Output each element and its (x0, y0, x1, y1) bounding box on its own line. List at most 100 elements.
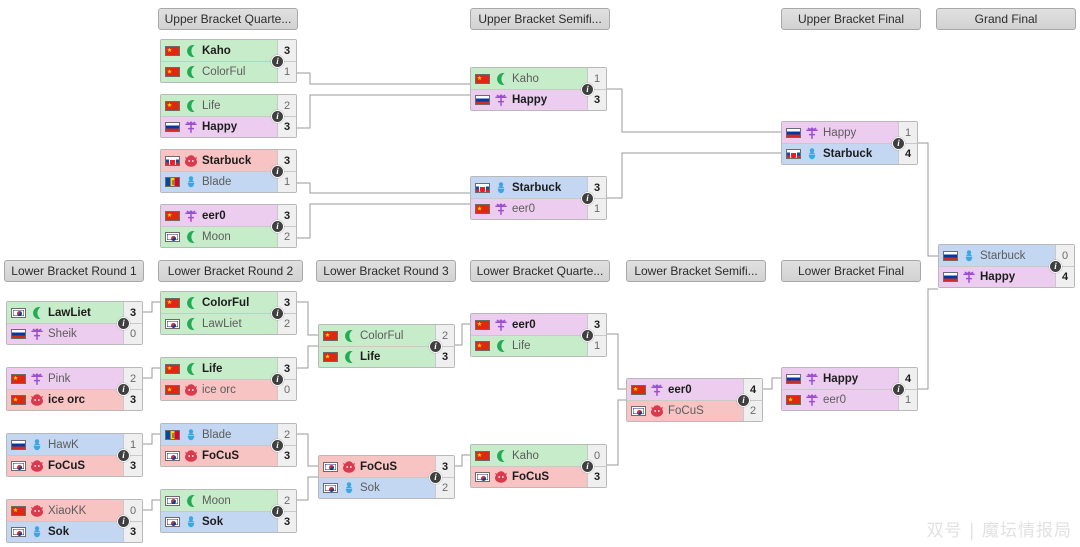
player-name: XiaoKK (48, 504, 87, 517)
round-header-ub-f[interactable]: Upper Bracket Final (781, 8, 921, 30)
player-cell: ColorFul (161, 292, 277, 313)
round-header-gf[interactable]: Grand Final (936, 8, 1076, 30)
match-info-icon[interactable]: i (271, 439, 284, 452)
race-human-icon (805, 147, 819, 161)
player-name: Sok (48, 526, 70, 538)
match-ubf[interactable]: Happy 1 Starbuck 4 i (781, 121, 918, 165)
player-name: Happy (823, 126, 857, 139)
match-ubsf1[interactable]: Kaho 1 Happy 3 i (470, 67, 607, 111)
round-header-ub-sf[interactable]: Upper Bracket Semifi... (470, 8, 610, 30)
match-ubqf1[interactable]: Kaho 3 ColorFul 1 i (160, 39, 297, 83)
match-info-icon[interactable]: i (271, 220, 284, 233)
round-header-lb-r2[interactable]: Lower Bracket Round 2 (158, 260, 303, 282)
match-lbr1m3[interactable]: HawK 1 FoCuS 3 i (6, 433, 143, 477)
flag-cn-icon (475, 73, 490, 84)
match-ubqf3[interactable]: Starbuck 3 Blade 1 i (160, 149, 297, 193)
match-info-icon[interactable]: i (429, 471, 442, 484)
flag-cn-icon (475, 319, 490, 330)
match-info-icon[interactable]: i (117, 449, 130, 462)
match-lbr1m1[interactable]: LawLiet 3 Sheik 0 i (6, 301, 143, 345)
match-info-icon[interactable]: i (117, 383, 130, 396)
match-info-icon[interactable]: i (271, 165, 284, 178)
player-name: ColorFul (360, 329, 404, 342)
match-info-icon[interactable]: i (271, 55, 284, 68)
flag-kr-icon (631, 406, 646, 416)
connector-line (143, 301, 160, 313)
match-info-icon[interactable]: i (737, 394, 750, 407)
player-name: Sheik (48, 328, 77, 340)
match-lbr2m4[interactable]: Moon 2 Sok 3 i (160, 489, 297, 533)
match-lbr3m2[interactable]: FoCuS 3 Sok 2 i (318, 455, 455, 499)
match-info-icon[interactable]: i (581, 329, 594, 342)
round-header-lb-sf[interactable]: Lower Bracket Semifi... (626, 260, 766, 282)
match-info-icon[interactable]: i (271, 307, 284, 320)
round-header-lb-qf[interactable]: Lower Bracket Quarte... (470, 260, 610, 282)
connector-line (297, 72, 470, 85)
flag-kr-icon (165, 451, 180, 461)
player-cell: Sheik (7, 324, 123, 344)
player-name: Life (202, 99, 221, 112)
flag-cn-icon (165, 297, 180, 308)
match-info-icon[interactable]: i (429, 340, 442, 353)
race-undead-icon (805, 126, 819, 140)
race-nightelf-icon (184, 65, 198, 79)
player-cell: Sok (319, 478, 435, 498)
flag-cn-icon (786, 395, 801, 405)
match-lbr3m1[interactable]: ColorFul 2 Life 3 i (318, 324, 455, 368)
round-header-lb-r1[interactable]: Lower Bracket Round 1 (4, 260, 144, 282)
match-info-icon[interactable]: i (581, 192, 594, 205)
player-cell: Sok (161, 512, 277, 532)
match-lbr1m2[interactable]: Pink 2 ice orc 3 i (6, 367, 143, 411)
match-info-icon[interactable]: i (271, 373, 284, 386)
match-lbqfm2[interactable]: Kaho 0 FoCuS 3 i (470, 444, 607, 488)
match-info-icon[interactable]: i (117, 515, 130, 528)
flag-ru-icon (943, 250, 958, 261)
match-lbr1m4[interactable]: XiaoKK 0 Sok 3 i (6, 499, 143, 543)
connector-line (607, 399, 626, 466)
player-cell: HawK (7, 434, 123, 455)
match-lbr2m3[interactable]: Blade 2 FoCuS 3 i (160, 423, 297, 467)
race-orc-icon (184, 154, 198, 168)
connector-line (297, 476, 318, 501)
match-info-icon[interactable]: i (892, 137, 905, 150)
player-name: eer0 (512, 203, 536, 215)
race-nightelf-icon (184, 494, 198, 508)
player-name: FoCuS (202, 450, 240, 462)
player-name: HawK (48, 438, 79, 451)
match-lbsf[interactable]: eer0 4 FoCuS 2 i (626, 378, 763, 422)
player-cell: Starbuck (939, 245, 1055, 266)
match-info-icon[interactable]: i (117, 317, 130, 330)
race-orc-icon (30, 393, 44, 407)
match-lbf[interactable]: Happy 4 eer0 1 i (781, 367, 918, 411)
match-info-icon[interactable]: i (271, 110, 284, 123)
flag-kr-icon (165, 517, 180, 527)
player-cell: ColorFul (161, 62, 277, 82)
flag-ru-icon (11, 329, 26, 339)
match-lbr2m2[interactable]: Life 3 ice orc 0 i (160, 357, 297, 401)
race-human-icon (184, 515, 198, 529)
match-info-icon[interactable]: i (581, 460, 594, 473)
match-ubqf4[interactable]: eer0 3 Moon 2 i (160, 204, 297, 248)
match-ubsf2[interactable]: Starbuck 3 eer0 1 i (470, 176, 607, 220)
race-nightelf-icon (494, 449, 508, 463)
player-cell: Pink (7, 368, 123, 389)
flag-cn-icon (165, 210, 180, 221)
match-info-icon[interactable]: i (581, 83, 594, 96)
watermark: 双号 | 魔坛情报局 (926, 521, 1072, 541)
player-name: eer0 (823, 394, 847, 406)
match-gf[interactable]: Starbuck 0 Happy 4 i (938, 244, 1075, 288)
match-info-icon[interactable]: i (892, 383, 905, 396)
race-undead-icon (494, 202, 508, 216)
round-header-ub-qf[interactable]: Upper Bracket Quarte... (158, 8, 298, 30)
match-lbqfm1[interactable]: eer0 3 Life 1 i (470, 313, 607, 357)
player-cell: Kaho (471, 445, 587, 466)
race-nightelf-icon (342, 350, 356, 364)
match-lbr2m1[interactable]: ColorFul 3 LawLiet 2 i (160, 291, 297, 335)
match-ubqf2[interactable]: Life 2 Happy 3 i (160, 94, 297, 138)
match-info-icon[interactable]: i (271, 505, 284, 518)
player-name: ice orc (202, 384, 236, 396)
round-header-lb-r3[interactable]: Lower Bracket Round 3 (316, 260, 456, 282)
match-info-icon[interactable]: i (1049, 260, 1062, 273)
player-name: Moon (202, 231, 231, 243)
round-header-lb-f[interactable]: Lower Bracket Final (781, 260, 921, 282)
